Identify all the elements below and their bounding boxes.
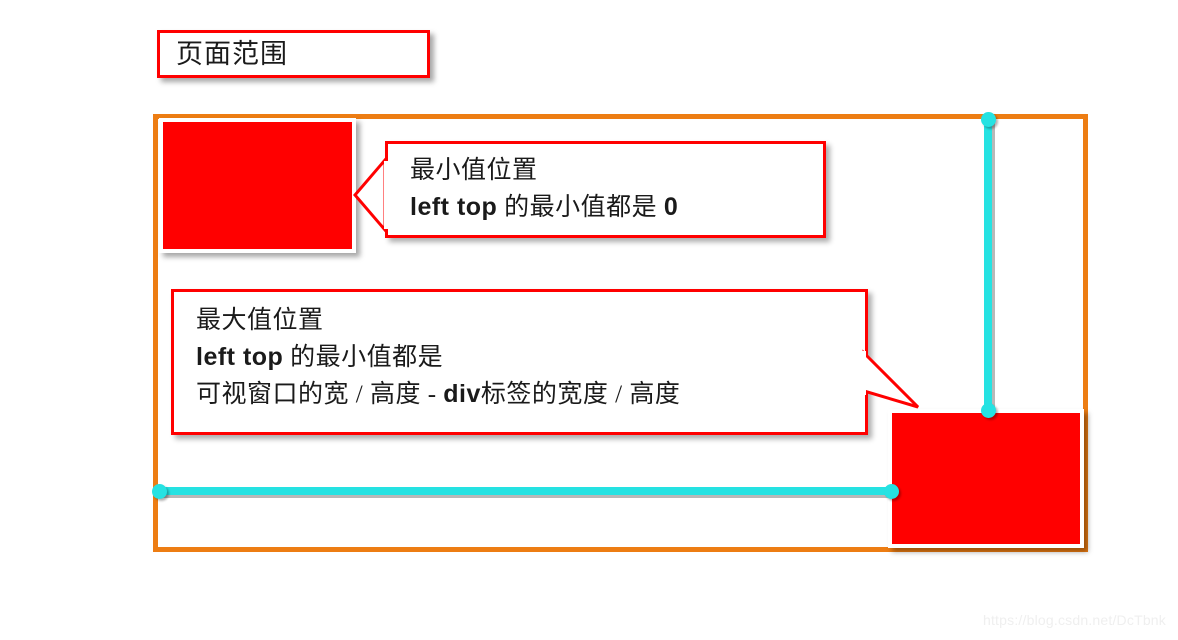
div-min-position-box bbox=[159, 118, 356, 253]
max-value-callout: 最大值位置 left top 的最小值都是 可视窗口的宽 / 高度 - div标… bbox=[171, 289, 868, 435]
horizontal-measure-line bbox=[158, 487, 895, 498]
max-callout-formula-div: div bbox=[443, 380, 481, 408]
min-value-callout-text: 最小值位置 left top 的最小值都是 0 bbox=[388, 144, 823, 226]
max-value-callout-line-1: 最大值位置 bbox=[196, 307, 324, 334]
max-value-callout-line-2: left top 的最小值都是 bbox=[196, 339, 865, 376]
page-range-title-box: 页面范围 bbox=[157, 30, 430, 78]
min-callout-latin-left-top: left top bbox=[410, 193, 498, 221]
vertical-measure-line bbox=[984, 118, 995, 414]
watermark: https://blog.csdn.net/DcTbnk bbox=[982, 612, 1166, 628]
min-value-callout: 最小值位置 left top 的最小值都是 0 bbox=[385, 141, 826, 238]
min-callout-cjk: 的最小值都是 bbox=[497, 194, 664, 221]
max-callout-formula-prefix: 可视窗口的宽 / 高度 - bbox=[196, 381, 444, 408]
page-range-title-label: 页面范围 bbox=[176, 38, 288, 69]
measure-endpoint-dot-bottom bbox=[981, 403, 996, 418]
max-value-callout-text: 最大值位置 left top 的最小值都是 可视窗口的宽 / 高度 - div标… bbox=[174, 292, 865, 413]
max-callout-formula-suffix: 标签的宽度 / 高度 bbox=[480, 381, 681, 408]
div-max-position-box bbox=[888, 409, 1084, 548]
min-value-callout-line-1: 最小值位置 bbox=[410, 157, 538, 184]
measure-endpoint-dot-top bbox=[981, 112, 996, 127]
max-value-callout-line-3: 可视窗口的宽 / 高度 - div标签的宽度 / 高度 bbox=[196, 376, 865, 413]
measure-endpoint-dot-left bbox=[152, 484, 167, 499]
max-callout-cjk: 的最小值都是 bbox=[283, 344, 444, 371]
min-value-callout-line-2: left top 的最小值都是 0 bbox=[410, 189, 823, 226]
max-callout-latin-left-top: left top bbox=[196, 343, 284, 371]
min-callout-value-zero: 0 bbox=[663, 193, 679, 221]
diagram-canvas: 页面范围 最小值位置 left top 的最小值都是 0 最大值位置 left … bbox=[0, 0, 1178, 640]
measure-endpoint-dot-right bbox=[884, 484, 899, 499]
